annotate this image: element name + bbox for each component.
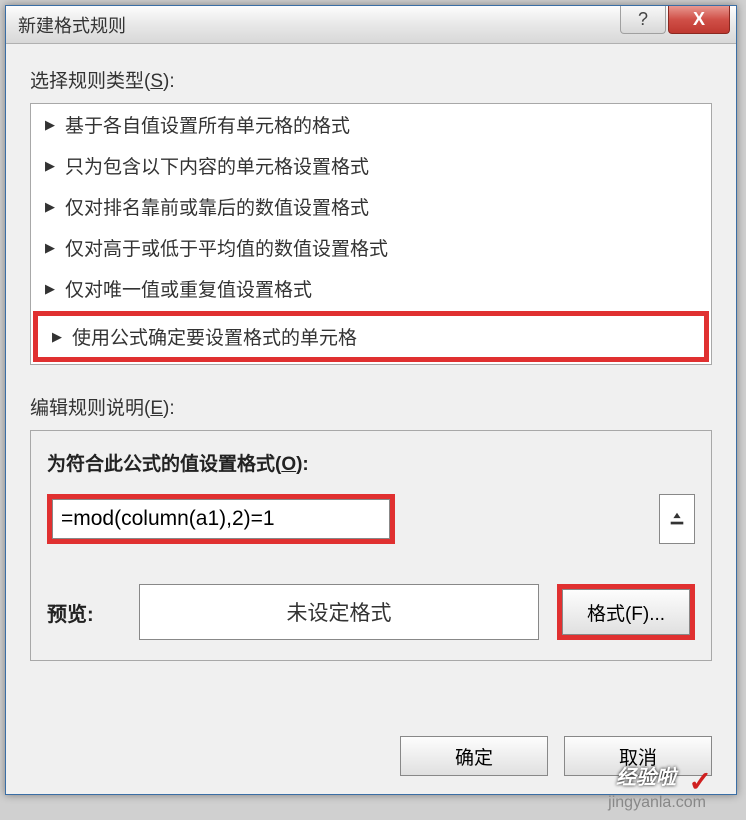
rule-item-label: 仅对唯一值或重复值设置格式 xyxy=(65,275,312,302)
cancel-button[interactable]: 取消 xyxy=(564,736,712,776)
format-values-label: 为符合此公式的值设置格式(O): xyxy=(47,449,695,476)
format-button[interactable]: 格式(F)... xyxy=(562,589,690,635)
preview-label: 预览: xyxy=(47,598,121,627)
titlebar: 新建格式规则 ? X xyxy=(6,6,736,44)
rule-item-label: 仅对排名靠前或靠后的数值设置格式 xyxy=(65,193,369,220)
rule-type-list[interactable]: ▶ 基于各自值设置所有单元格的格式 ▶ 只为包含以下内容的单元格设置格式 ▶ 仅… xyxy=(30,103,712,365)
edit-rule-label: 编辑规则说明(E): xyxy=(30,393,712,420)
arrow-icon: ▶ xyxy=(45,281,55,297)
format-button-highlight: 格式(F)... xyxy=(557,584,695,640)
rule-item-label: 使用公式确定要设置格式的单元格 xyxy=(72,323,357,350)
rule-item-rank[interactable]: ▶ 仅对排名靠前或靠后的数值设置格式 xyxy=(31,186,711,227)
close-button[interactable]: X xyxy=(668,6,730,34)
arrow-icon: ▶ xyxy=(45,158,55,174)
arrow-icon: ▶ xyxy=(45,240,55,256)
rule-item-label: 基于各自值设置所有单元格的格式 xyxy=(65,111,350,138)
dialog-content: 选择规则类型(S): ▶ 基于各自值设置所有单元格的格式 ▶ 只为包含以下内容的… xyxy=(6,44,736,683)
formula-row xyxy=(47,494,695,544)
collapse-icon xyxy=(668,510,686,528)
rule-item-label: 仅对高于或低于平均值的数值设置格式 xyxy=(65,234,388,261)
edit-rule-box: 为符合此公式的值设置格式(O): 预览: xyxy=(30,430,712,661)
help-icon: ? xyxy=(638,9,648,30)
rule-item-cell-value[interactable]: ▶ 基于各自值设置所有单元格的格式 xyxy=(31,104,711,145)
arrow-icon: ▶ xyxy=(45,199,55,215)
ok-button[interactable]: 确定 xyxy=(400,736,548,776)
rule-item-average[interactable]: ▶ 仅对高于或低于平均值的数值设置格式 xyxy=(31,227,711,268)
rule-item-formula[interactable]: ▶ 使用公式确定要设置格式的单元格 xyxy=(33,311,709,362)
rule-type-label: 选择规则类型(S): xyxy=(30,66,712,93)
dialog-title: 新建格式规则 xyxy=(18,12,620,38)
rule-item-contains[interactable]: ▶ 只为包含以下内容的单元格设置格式 xyxy=(31,145,711,186)
formula-highlight xyxy=(47,494,395,544)
close-icon: X xyxy=(693,9,705,30)
preview-text: 未设定格式 xyxy=(287,597,392,627)
formula-input[interactable] xyxy=(52,499,390,539)
edit-rule-section: 编辑规则说明(E): 为符合此公式的值设置格式(O): xyxy=(30,393,712,661)
collapse-dialog-button[interactable] xyxy=(659,494,695,544)
arrow-icon: ▶ xyxy=(52,329,62,345)
titlebar-buttons: ? X xyxy=(620,6,736,43)
rule-item-label: 只为包含以下内容的单元格设置格式 xyxy=(65,152,369,179)
watermark-url: jingyanla.com xyxy=(608,794,706,812)
rule-item-unique[interactable]: ▶ 仅对唯一值或重复值设置格式 xyxy=(31,268,711,309)
new-format-rule-dialog: 新建格式规则 ? X 选择规则类型(S): ▶ 基于各自值设置所有单元格的格式 … xyxy=(5,5,737,795)
arrow-icon: ▶ xyxy=(45,117,55,133)
dialog-footer: 确定 取消 xyxy=(400,736,712,776)
preview-box: 未设定格式 xyxy=(139,584,539,640)
preview-row: 预览: 未设定格式 格式(F)... xyxy=(47,584,695,640)
help-button[interactable]: ? xyxy=(620,6,666,34)
